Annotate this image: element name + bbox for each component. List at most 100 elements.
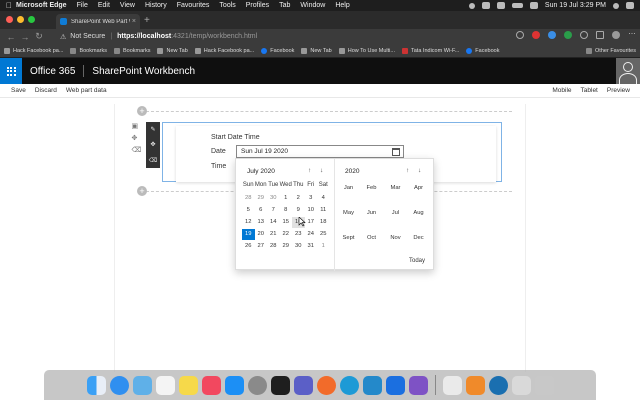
edit-pencil-icon[interactable]: ✎ (150, 126, 155, 133)
new-tab-button[interactable]: + (144, 15, 150, 26)
calendar-day[interactable]: 6 (255, 205, 268, 216)
browser-tab[interactable]: SharePoint Web Part Workbench × (56, 14, 140, 29)
menu-help[interactable]: Help (335, 2, 349, 9)
menu-view[interactable]: View (120, 2, 135, 9)
edge-icon[interactable] (339, 375, 359, 395)
calendar-day[interactable]: 30 (267, 193, 280, 204)
bookmark-item[interactable]: Facebook (466, 47, 499, 54)
calendar-day[interactable]: 14 (267, 217, 280, 228)
calendar-icon[interactable] (392, 148, 400, 156)
month-option[interactable]: May (337, 210, 360, 216)
bookmark-item[interactable]: Bookmarks (113, 47, 150, 54)
current-month-label[interactable]: July 2020 (247, 168, 275, 175)
calendar-day[interactable]: 29 (255, 193, 268, 204)
move-icon[interactable]: ✥ (132, 134, 139, 142)
teams-icon[interactable] (293, 375, 313, 395)
bookmark-item[interactable]: Facebook (261, 47, 294, 54)
finder-icon[interactable] (86, 375, 106, 395)
control-center-icon[interactable] (529, 2, 538, 9)
url-field[interactable]: ⚠ Not Secure | https:// localhost :4321/… (60, 31, 500, 42)
calendar-day[interactable]: 28 (242, 193, 255, 204)
date-picker-field[interactable]: Sun Jul 19 2020 (236, 145, 404, 158)
notes-icon[interactable] (178, 375, 198, 395)
calendar-day[interactable]: 3 (305, 193, 318, 204)
month-option[interactable]: Dec (407, 235, 430, 241)
preview-icon[interactable] (132, 375, 152, 395)
back-icon[interactable]: ← (4, 32, 18, 42)
bookmark-item[interactable]: Bookmarks (70, 47, 107, 54)
collections-icon[interactable] (596, 31, 604, 39)
menubar-clock[interactable]: Sun 19 Jul 3:29 PM (545, 2, 606, 9)
calendar-day[interactable]: 8 (280, 205, 293, 216)
month-option[interactable]: Nov (384, 235, 407, 241)
month-option[interactable]: Jul (384, 210, 407, 216)
product-name[interactable]: Office 365 (30, 66, 75, 77)
preview-button[interactable]: Preview (607, 87, 630, 94)
bookmark-item[interactable]: New Tab (301, 47, 332, 54)
menu-window[interactable]: Window (300, 2, 325, 9)
bookmark-item[interactable]: How To Use Multi... (338, 47, 395, 54)
calendar-day[interactable]: 12 (242, 217, 255, 228)
calendar-day[interactable]: 17 (305, 217, 318, 228)
favorites-icon[interactable] (580, 31, 588, 39)
previous-year-icon[interactable]: ↑ (406, 167, 409, 174)
calendar-day[interactable]: 18 (317, 217, 330, 228)
textedit-icon[interactable] (442, 375, 462, 395)
bookmark-item[interactable]: Hack Facebook pa... (4, 47, 63, 54)
menu-favourites[interactable]: Favourites (177, 2, 210, 9)
apple-icon[interactable]:  (6, 1, 16, 10)
extension-blue-icon[interactable] (548, 31, 556, 39)
menu-file[interactable]: File (77, 2, 88, 9)
extension-green-icon[interactable] (564, 31, 572, 39)
edge-dev-icon[interactable] (488, 375, 508, 395)
save-button[interactable]: Save (11, 87, 26, 94)
app-launcher-icon[interactable] (0, 58, 22, 84)
search-icon[interactable] (613, 2, 619, 9)
month-option[interactable]: Aug (407, 210, 430, 216)
delete-section-icon[interactable]: ⌫ (132, 146, 142, 154)
sourcetree-icon[interactable] (385, 375, 405, 395)
notification-center-icon[interactable] (626, 2, 634, 9)
forward-icon[interactable]: → (18, 32, 32, 42)
wifi-icon[interactable] (496, 2, 505, 9)
trash-icon[interactable] (534, 375, 554, 395)
screenshot-icon[interactable] (511, 375, 531, 395)
close-window-icon[interactable] (6, 16, 13, 23)
calendar-day[interactable]: 13 (255, 217, 268, 228)
month-option[interactable]: Sept (337, 235, 360, 241)
move-handle-icon[interactable]: ✥ (150, 141, 155, 148)
more-menu-icon[interactable]: ⋯ (628, 31, 636, 39)
calendar-day[interactable]: 25 (317, 229, 330, 240)
calendar-day[interactable]: 23 (292, 229, 305, 240)
calendar-day-selected[interactable]: 19 (242, 229, 255, 240)
pages-icon[interactable] (465, 375, 485, 395)
bookmark-item[interactable]: New Tab (157, 47, 188, 54)
minimize-window-icon[interactable] (17, 16, 24, 23)
month-option[interactable]: Jan (337, 185, 360, 191)
month-option[interactable]: Mar (384, 185, 407, 191)
add-section-top-icon[interactable]: + (137, 106, 147, 116)
calendar-day[interactable]: 26 (242, 241, 255, 252)
favorite-star-icon[interactable] (516, 31, 524, 39)
tablet-button[interactable]: Tablet (581, 87, 598, 94)
calendar-day[interactable]: 7 (267, 205, 280, 216)
menu-history[interactable]: History (145, 2, 167, 9)
month-option[interactable]: Feb (360, 185, 383, 191)
calendar-day[interactable]: 30 (292, 241, 305, 252)
comment-icon[interactable]: ▣ (132, 122, 139, 130)
menu-tools[interactable]: Tools (219, 2, 235, 9)
bookmark-item[interactable]: Tata Indicom Wi-F... (402, 47, 459, 54)
battery-icon[interactable] (511, 3, 523, 8)
reminders-icon[interactable] (155, 375, 175, 395)
calendar-day[interactable]: 2 (292, 193, 305, 204)
current-year-label[interactable]: 2020 (345, 168, 359, 175)
menu-profiles[interactable]: Profiles (246, 2, 269, 9)
vscode-icon[interactable] (362, 375, 382, 395)
record-icon[interactable] (468, 2, 475, 9)
app-store-icon[interactable] (224, 375, 244, 395)
terminal-icon[interactable] (270, 375, 290, 395)
discard-button[interactable]: Discard (35, 87, 57, 94)
slack-icon[interactable] (316, 375, 336, 395)
bookmark-item[interactable]: Hack Facebook pa... (194, 47, 254, 54)
calendar-day[interactable]: 22 (280, 229, 293, 240)
